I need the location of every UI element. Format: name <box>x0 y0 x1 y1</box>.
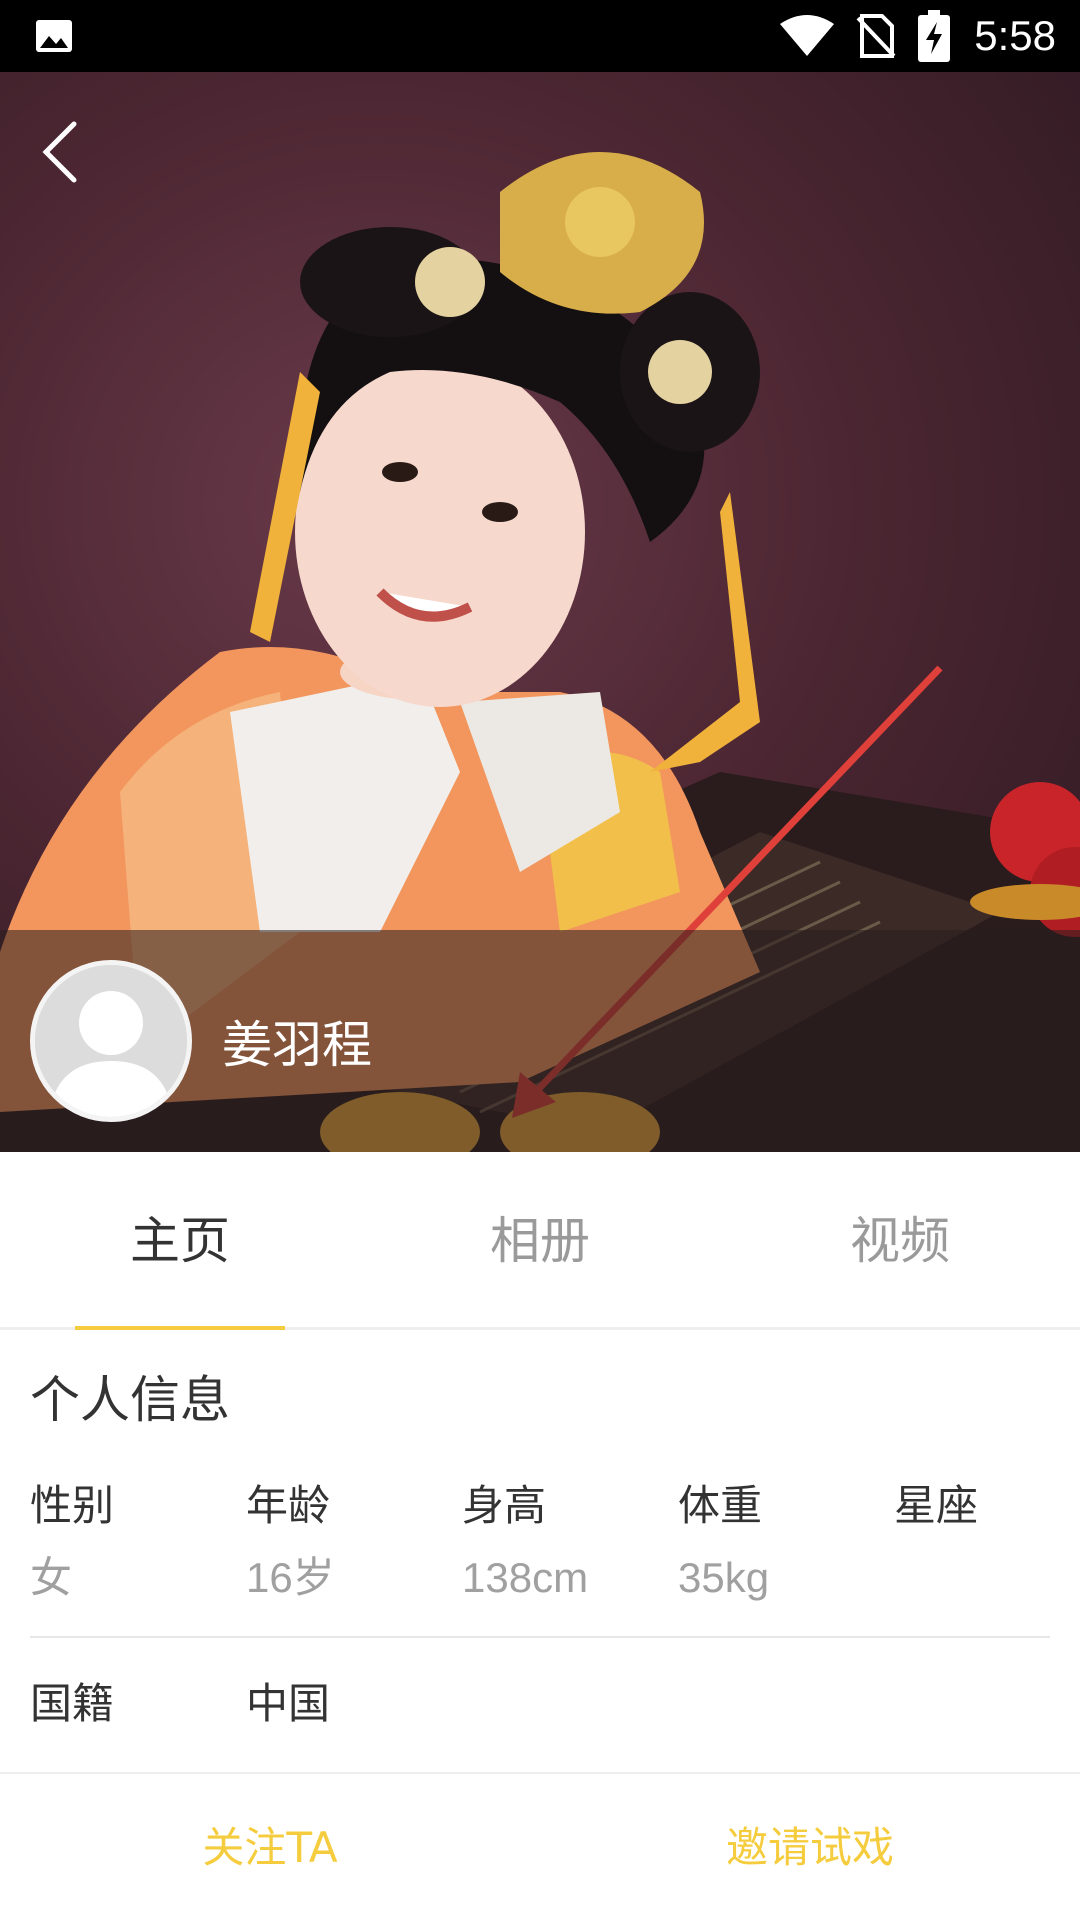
info-value-age: 16岁 <box>246 1554 335 1601</box>
profile-page: 5:58 姜羽程 主页 相册 视频 个人信息 性别 年龄 身高 体重 星座 女 … <box>0 0 1080 1920</box>
gallery-icon <box>36 20 72 52</box>
info-label-gender: 性别 <box>30 1481 115 1530</box>
tab-album[interactable]: 相册 <box>390 1152 690 1330</box>
clock: 5:58 <box>974 12 1056 59</box>
info-label-height: 身高 <box>462 1481 547 1530</box>
divider <box>30 1636 1050 1638</box>
info-value-height: 138cm <box>462 1554 589 1601</box>
default-user-avatar <box>35 965 187 1117</box>
chevron-left-icon <box>42 121 77 183</box>
info-label-nationality: 国籍 <box>30 1679 115 1728</box>
info-label-weight: 体重 <box>678 1481 763 1530</box>
back-button[interactable] <box>30 112 90 192</box>
info-label-zodiac: 星座 <box>894 1481 979 1530</box>
invite-audition-button[interactable]: 邀请试戏 <box>540 1774 1080 1920</box>
no-sim-icon <box>856 14 896 58</box>
info-value-gender: 女 <box>30 1554 73 1601</box>
status-bar: 5:58 <box>0 0 1080 72</box>
profile-tabs: 主页 相册 视频 <box>0 1152 1080 1330</box>
section-title-personal-info: 个人信息 <box>30 1371 230 1429</box>
active-tab-indicator <box>75 1326 285 1330</box>
info-value-nationality: 中国 <box>246 1679 331 1728</box>
avatar[interactable] <box>30 960 192 1122</box>
wifi-icon <box>780 15 834 56</box>
profile-name: 姜羽程 <box>222 1016 372 1074</box>
info-label-age: 年龄 <box>246 1481 331 1530</box>
info-value-weight: 35kg <box>678 1554 770 1601</box>
battery-charging-icon <box>918 10 950 62</box>
tab-video[interactable]: 视频 <box>750 1152 1050 1330</box>
tab-home[interactable]: 主页 <box>30 1152 330 1330</box>
profile-cover-photo: 姜羽程 <box>0 72 1080 1152</box>
follow-button[interactable]: 关注TA <box>0 1774 540 1920</box>
bottom-action-bar: 关注TA 邀请试戏 <box>0 1772 1080 1920</box>
